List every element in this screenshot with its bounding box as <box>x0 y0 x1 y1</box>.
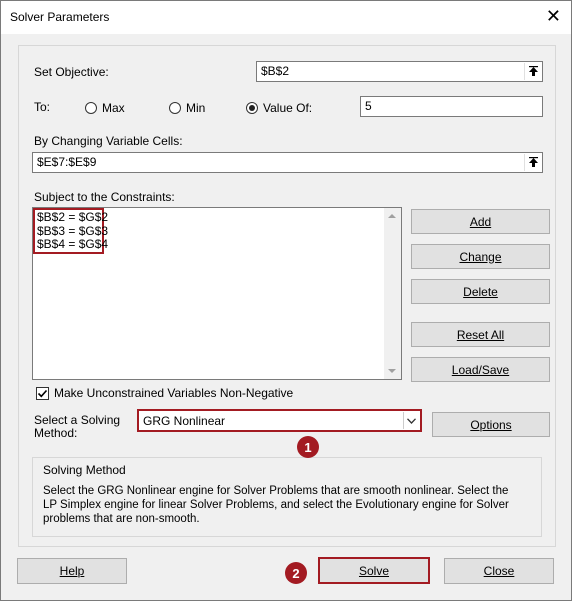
solving-method-group: Solving Method Select the GRG Nonlinear … <box>32 457 542 537</box>
set-objective-value: $B$2 <box>261 64 290 78</box>
change-button-label: Change <box>459 249 502 264</box>
changing-cells-label: By Changing Variable Cells: <box>34 134 183 148</box>
value-of-value: 5 <box>365 99 372 113</box>
radio-min[interactable]: Min <box>169 101 205 115</box>
scroll-down-icon[interactable] <box>388 369 396 373</box>
set-objective-label: Set Objective: <box>34 65 109 79</box>
help-button-label: Help <box>59 564 85 578</box>
radio-min-label: Min <box>186 101 206 115</box>
constraints-scrollbar[interactable] <box>384 208 401 379</box>
constraint-item[interactable]: $B$3 = $G$3 <box>37 224 108 239</box>
scroll-up-icon[interactable] <box>388 214 396 218</box>
solving-method-description: Select the GRG Nonlinear engine for Solv… <box>43 485 509 525</box>
annotation-badge-2: 2 <box>285 562 307 584</box>
annotation-badge-1: 1 <box>297 436 319 458</box>
options-button[interactable]: Options <box>432 412 550 437</box>
title-bar: Solver Parameters ✕ <box>1 1 571 34</box>
load-save-button[interactable]: Load/Save <box>411 357 550 382</box>
close-button[interactable]: Close <box>444 558 554 584</box>
radio-max-label: Max <box>102 101 125 115</box>
constraints-listbox[interactable]: $B$2 = $G$2 $B$3 = $G$3 $B$4 = $G$4 <box>32 207 402 380</box>
solving-method-label: Select a Solving Method: <box>34 414 120 440</box>
constraint-item[interactable]: $B$2 = $G$2 <box>37 210 108 225</box>
solving-method-select[interactable]: GRG Nonlinear <box>137 409 422 432</box>
load-save-button-label: Load/Save <box>451 362 510 377</box>
chevron-down-icon[interactable] <box>403 412 419 429</box>
radio-min-circle[interactable] <box>169 102 181 114</box>
radio-max[interactable]: Max <box>85 101 125 115</box>
radio-value-of-circle[interactable] <box>246 102 258 114</box>
radio-max-circle[interactable] <box>85 102 97 114</box>
solving-method-title: Solving Method <box>43 463 126 477</box>
nonnegative-label: Make Unconstrained Variables Non-Negativ… <box>54 386 294 400</box>
radio-value-of[interactable]: Value Of: <box>246 101 312 115</box>
collapse-dialog-icon[interactable] <box>524 63 541 80</box>
solving-method-label-line2: Method: <box>34 426 78 440</box>
constraints-label: Subject to the Constraints: <box>34 190 175 204</box>
close-icon[interactable]: ✕ <box>546 6 561 26</box>
solver-parameters-dialog: Solver Parameters ✕ Set Objective: $B$2 … <box>0 0 572 601</box>
solving-method-label-line1: Select a Solving <box>34 413 121 427</box>
solve-button[interactable]: Solve <box>318 557 430 584</box>
add-button-label: Add <box>469 214 492 229</box>
help-button[interactable]: Help <box>17 558 127 584</box>
solve-button-label: Solve <box>358 563 390 578</box>
dialog-title: Solver Parameters <box>10 10 110 24</box>
constraint-item[interactable]: $B$4 = $G$4 <box>37 237 108 252</box>
changing-cells-field[interactable]: $E$7:$E$9 <box>32 152 543 173</box>
reset-all-button-label: Reset All <box>456 327 505 342</box>
set-objective-field[interactable]: $B$2 <box>256 61 543 82</box>
constraints-highlight: $B$2 = $G$2 $B$3 = $G$3 $B$4 = $G$4 <box>33 208 108 254</box>
solving-method-value: GRG Nonlinear <box>143 414 226 428</box>
collapse-dialog-icon[interactable] <box>524 154 541 171</box>
delete-button[interactable]: Delete <box>411 279 550 304</box>
parameters-panel: Set Objective: $B$2 To: Max Min Value Of… <box>18 45 556 547</box>
add-button[interactable]: Add <box>411 209 550 234</box>
radio-value-of-label: Value Of: <box>263 101 313 115</box>
changing-cells-value: $E$7:$E$9 <box>37 155 97 169</box>
checkmark-icon <box>37 389 48 398</box>
nonnegative-checkbox[interactable] <box>36 387 49 400</box>
change-button[interactable]: Change <box>411 244 550 269</box>
to-label: To: <box>34 100 51 114</box>
delete-button-label: Delete <box>463 284 498 299</box>
close-button-label: Close <box>483 564 515 578</box>
reset-all-button[interactable]: Reset All <box>411 322 550 347</box>
options-button-label: Options <box>470 417 512 432</box>
value-of-field[interactable]: 5 <box>360 96 543 117</box>
